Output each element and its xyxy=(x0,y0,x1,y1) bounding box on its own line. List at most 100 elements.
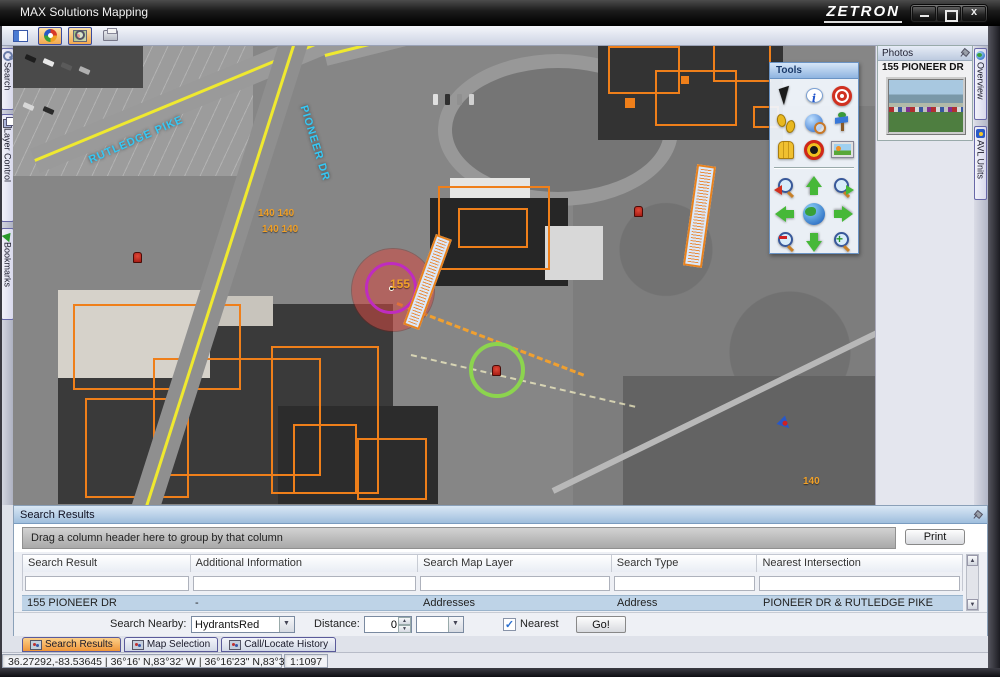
pan-up-icon xyxy=(804,176,824,198)
panel-layout-icon xyxy=(13,30,28,42)
window-border-left xyxy=(0,26,2,668)
layers-icon xyxy=(3,117,12,126)
distance-unit-combo[interactable] xyxy=(416,616,464,633)
panel-layout-button[interactable] xyxy=(8,27,32,45)
parcel-label-140: 140 140 xyxy=(258,208,294,219)
photo-thumbnail[interactable] xyxy=(886,77,966,135)
window-border-right xyxy=(988,26,1000,668)
parcel-mark xyxy=(625,98,635,108)
filter-additional-information[interactable] xyxy=(193,576,417,591)
zoom-previous-icon xyxy=(776,177,796,197)
window-border-bottom xyxy=(0,668,1000,677)
tool-pan-right[interactable] xyxy=(828,200,856,227)
filter-nearest-intersection[interactable] xyxy=(759,576,960,591)
tools-palette-header[interactable]: Tools xyxy=(770,63,858,79)
tool-bullseye[interactable] xyxy=(800,136,828,163)
column-header-search-map-layer[interactable]: Search Map Layer xyxy=(418,555,612,572)
title-bar[interactable]: MAX Solutions Mapping ZETRON xyxy=(0,0,1000,26)
tool-pan-left[interactable] xyxy=(772,200,800,227)
tab-search-results[interactable]: Search Results xyxy=(22,637,121,652)
spinner-buttons: ▲ ▼ xyxy=(398,617,411,632)
maximize-button[interactable] xyxy=(937,6,961,21)
tools-palette-title: Tools xyxy=(776,65,802,76)
print-button-toolbar[interactable] xyxy=(98,27,122,45)
tool-target[interactable] xyxy=(828,82,856,109)
tool-zoom-previous[interactable] xyxy=(772,173,800,200)
tools-separator xyxy=(774,167,854,169)
map-tools-toggle-button[interactable] xyxy=(68,27,92,45)
filter-search-result[interactable] xyxy=(25,576,189,591)
pointer-icon xyxy=(778,86,794,106)
tool-world-extent[interactable] xyxy=(800,200,828,227)
tool-zoom-out[interactable] xyxy=(772,227,800,254)
scroll-up-arrow[interactable]: ▲ xyxy=(967,555,978,566)
go-button[interactable]: Go! xyxy=(576,616,626,633)
search-nearby-label: Search Nearby: xyxy=(110,618,186,630)
sidebar-tab-overview[interactable]: Overview xyxy=(974,48,987,120)
result-row-selected[interactable]: 155 PIONEER DR - Addresses Address PIONE… xyxy=(22,595,963,611)
hand-icon xyxy=(778,141,794,159)
scroll-down-arrow[interactable]: ▼ xyxy=(967,599,978,610)
map-canvas[interactable]: RUTLEDGE PIKE PIONEER DR 140 140 140 140… xyxy=(13,46,875,505)
tool-info[interactable] xyxy=(800,82,828,109)
tree-shadow-area xyxy=(13,46,143,88)
cell-search-result: 155 PIONEER DR xyxy=(22,596,190,610)
tool-pan-hand[interactable] xyxy=(772,136,800,163)
column-header-nearest-intersection[interactable]: Nearest Intersection xyxy=(757,555,962,572)
filter-search-map-layer[interactable] xyxy=(420,576,610,591)
parcel-mark xyxy=(681,76,689,84)
tool-search-globe[interactable] xyxy=(800,109,828,136)
column-header-additional-information[interactable]: Additional Information xyxy=(191,555,419,572)
column-header-search-type[interactable]: Search Type xyxy=(612,555,758,572)
tool-pan-down[interactable] xyxy=(800,227,828,254)
search-nearby-combo[interactable]: HydrantsRed xyxy=(191,616,295,633)
close-button[interactable] xyxy=(962,6,986,21)
scale-readout: 1:1097 xyxy=(284,654,328,668)
minimize-button[interactable] xyxy=(912,6,936,21)
spin-up-icon[interactable]: ▲ xyxy=(398,617,411,625)
search-globe-icon xyxy=(805,114,823,132)
tab-map-selection[interactable]: Map Selection xyxy=(124,637,218,652)
spin-down-icon[interactable]: ▼ xyxy=(398,625,411,633)
print-button[interactable]: Print xyxy=(905,529,965,545)
tool-zoom-in[interactable]: + xyxy=(828,227,856,254)
results-table-header: Search Result Additional Information Sea… xyxy=(22,554,963,572)
results-scrollbar[interactable]: ▲ ▼ xyxy=(966,554,979,611)
zoom-next-icon xyxy=(832,177,852,197)
hydrant-marker xyxy=(634,206,643,217)
pin-icon[interactable] xyxy=(969,507,983,521)
results-filter-row xyxy=(22,572,963,591)
search-icon xyxy=(3,51,12,60)
chevron-down-icon[interactable] xyxy=(448,617,463,632)
target-icon xyxy=(832,86,852,106)
chevron-down-icon[interactable] xyxy=(279,617,294,632)
info-icon xyxy=(806,88,823,103)
tab-call-locate-history[interactable]: Call/Locate History xyxy=(221,637,336,652)
tools-grid-bottom: + xyxy=(770,170,858,257)
group-by-drop-zone[interactable]: Drag a column header here to group by th… xyxy=(22,527,896,549)
image-icon xyxy=(832,142,853,157)
photos-icon xyxy=(44,29,57,42)
column-header-search-result[interactable]: Search Result xyxy=(23,555,191,572)
search-results-title: Search Results xyxy=(20,509,95,521)
tool-pan-up[interactable] xyxy=(800,173,828,200)
tool-footprints[interactable] xyxy=(772,109,800,136)
tool-signpost[interactable] xyxy=(828,109,856,136)
nearest-checkbox[interactable] xyxy=(503,618,516,631)
tab-map-selection-label: Map Selection xyxy=(147,639,210,650)
photos-toggle-button[interactable] xyxy=(38,27,62,45)
map-page-icon xyxy=(132,640,144,650)
distance-spinner[interactable]: ▲ ▼ xyxy=(364,616,412,633)
sidebar-tab-avl-units[interactable]: AVL Units xyxy=(974,126,987,200)
tool-pointer[interactable] xyxy=(772,82,800,109)
distance-input[interactable] xyxy=(366,618,397,631)
tool-image[interactable] xyxy=(828,136,856,163)
tool-zoom-next[interactable] xyxy=(828,173,856,200)
tab-call-locate-history-label: Call/Locate History xyxy=(244,639,328,650)
world-icon xyxy=(803,203,825,225)
hydrant-marker xyxy=(133,252,142,263)
avl-icon xyxy=(976,129,985,138)
hydrant-marker xyxy=(492,365,501,376)
pin-icon[interactable] xyxy=(956,46,970,60)
filter-search-type[interactable] xyxy=(614,576,756,591)
